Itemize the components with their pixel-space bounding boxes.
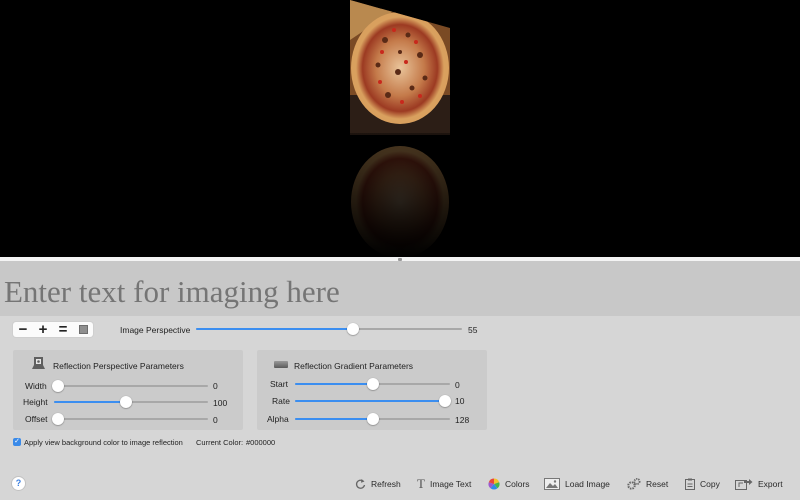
image-perspective-slider[interactable] — [196, 323, 462, 335]
pizza-image — [350, 0, 450, 257]
image-text-button[interactable]: T Image Text — [417, 476, 472, 491]
slider-thumb[interactable] — [52, 413, 64, 425]
slider-track — [58, 385, 208, 387]
zoom-segmented-control: − + = — [13, 322, 93, 337]
slider-fill — [196, 328, 353, 330]
width-label: Width — [25, 381, 47, 391]
width-slider[interactable] — [52, 380, 208, 392]
load-image-button[interactable]: Load Image — [544, 477, 610, 491]
reset-button[interactable]: Reset — [627, 477, 668, 491]
height-value: 100 — [213, 398, 228, 408]
equals-icon: = — [58, 321, 68, 338]
start-label: Start — [270, 379, 288, 389]
current-color-value: #000000 — [246, 438, 276, 447]
slider-thumb[interactable] — [346, 323, 359, 335]
image-preview — [0, 0, 800, 257]
image-text-input[interactable] — [0, 261, 800, 316]
reflection-gradient-title: Reflection Gradient Parameters — [294, 361, 414, 371]
gradient-icon — [274, 361, 288, 368]
slider-fill — [54, 401, 127, 403]
apply-background-label[interactable]: Apply view background color to image ref… — [24, 438, 183, 447]
reflection-perspective-title: Reflection Perspective Parameters — [53, 361, 184, 371]
slider-thumb[interactable] — [366, 413, 379, 425]
fit-image-button[interactable] — [73, 322, 93, 337]
slider-fill — [295, 400, 445, 402]
rate-value: 10 — [455, 396, 465, 406]
reflection-icon — [32, 357, 45, 369]
start-slider[interactable] — [295, 378, 450, 390]
perspective-image — [350, 0, 450, 257]
refresh-icon — [355, 478, 366, 490]
slider-thumb[interactable] — [120, 396, 133, 408]
copy-button[interactable]: Copy — [685, 477, 720, 491]
colors-icon — [488, 478, 500, 490]
current-color-label: Current Color: — [196, 438, 244, 447]
image-perspective-label: Image Perspective — [120, 325, 191, 335]
image-icon — [544, 478, 560, 490]
minus-icon: − — [18, 321, 28, 338]
help-icon: ? — [15, 478, 22, 488]
plus-icon: + — [38, 321, 48, 338]
load-image-label: Load Image — [565, 479, 610, 489]
alpha-slider[interactable] — [295, 413, 450, 425]
colors-label: Colors — [505, 479, 530, 489]
height-slider[interactable] — [54, 396, 208, 408]
slider-fill — [295, 383, 373, 385]
refresh-label: Refresh — [371, 479, 401, 489]
app-window: − + = Image Perspective 55 Reflection Pe… — [0, 0, 800, 500]
gears-icon — [627, 478, 641, 490]
zoom-in-button[interactable]: + — [33, 322, 53, 337]
alpha-value: 128 — [455, 415, 470, 425]
width-value: 0 — [213, 381, 218, 391]
image-text-label: Image Text — [429, 479, 472, 489]
refresh-button[interactable]: Refresh — [355, 477, 401, 491]
start-value: 0 — [455, 380, 460, 390]
copy-label: Copy — [700, 479, 720, 489]
offset-value: 0 — [213, 415, 218, 425]
colors-button[interactable]: Colors — [488, 477, 530, 491]
rate-label: Rate — [272, 396, 290, 406]
slider-thumb[interactable] — [366, 378, 379, 390]
offset-label: Offset — [25, 414, 48, 424]
checkmark-icon: ✓ — [14, 438, 20, 445]
slider-thumb[interactable] — [52, 380, 64, 392]
alpha-label: Alpha — [267, 414, 289, 424]
fit-image-icon — [78, 325, 88, 334]
apply-background-checkbox[interactable]: ✓ — [13, 438, 21, 446]
zoom-out-button[interactable]: − — [13, 322, 33, 337]
help-button[interactable]: ? — [12, 477, 25, 490]
text-icon: T — [417, 476, 425, 491]
export-label: Export — [758, 479, 783, 489]
export-button[interactable]: Export — [735, 477, 783, 491]
clipboard-icon — [685, 478, 695, 490]
slider-fill — [295, 418, 373, 420]
reset-label: Reset — [646, 479, 669, 489]
export-icon — [735, 478, 753, 490]
image-perspective-value: 55 — [468, 325, 478, 335]
actual-size-button[interactable]: = — [53, 322, 73, 337]
slider-thumb[interactable] — [439, 395, 451, 407]
slider-track — [58, 418, 208, 420]
rate-slider[interactable] — [295, 395, 451, 407]
offset-slider[interactable] — [52, 413, 208, 425]
height-label: Height — [23, 397, 48, 407]
